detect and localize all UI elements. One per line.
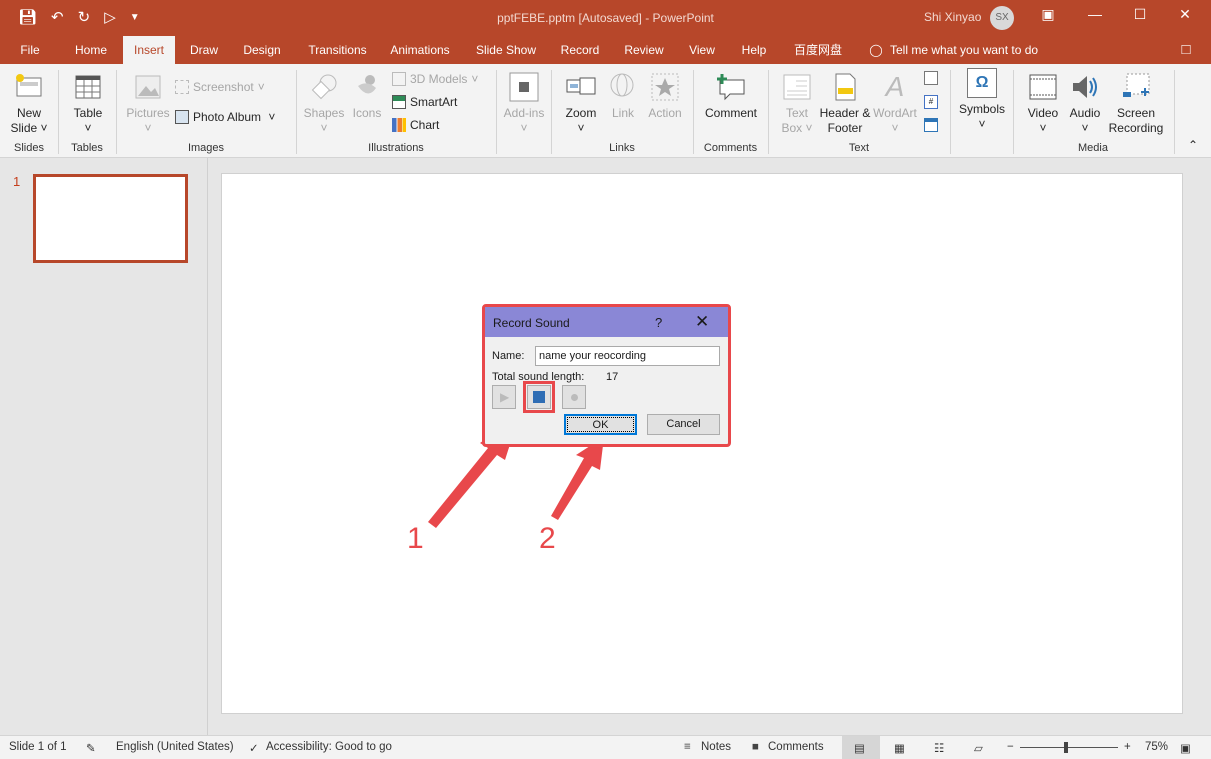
play-button[interactable]: ▶ — [492, 385, 516, 409]
cancel-button[interactable]: Cancel — [647, 414, 720, 435]
notes-button[interactable]: Notes — [701, 741, 731, 753]
arrow-2 — [551, 437, 604, 520]
zoom-slider-thumb[interactable] — [1064, 742, 1069, 753]
slide-sorter-icon[interactable]: ▦ — [894, 741, 905, 755]
sound-length-label: Total sound length: — [492, 371, 585, 383]
fit-slide-icon[interactable]: ▣ — [1180, 741, 1191, 755]
record-sound-dialog: Record Sound ? ✕ Name: Total sound lengt… — [482, 304, 731, 447]
play-icon: ▶ — [500, 390, 510, 404]
notes-icon: ≡ — [684, 741, 691, 753]
dialog-title: Record Sound — [493, 316, 570, 330]
help-button[interactable]: ? — [655, 315, 662, 330]
name-label: Name: — [492, 350, 525, 362]
status-bar: Slide 1 of 1 ✎ English (United States) ✓… — [0, 735, 1211, 759]
ok-button[interactable]: OK — [564, 414, 637, 435]
dialog-close-icon[interactable]: ✕ — [695, 312, 709, 332]
accessibility-icon: ✓ — [249, 743, 259, 755]
record-dot-icon — [571, 394, 578, 401]
accessibility-status[interactable]: Accessibility: Good to go — [266, 741, 392, 753]
zoom-slider[interactable] — [1020, 747, 1118, 748]
zoom-in-button[interactable]: + — [1124, 741, 1131, 753]
sound-length-value: 17 — [606, 371, 619, 383]
reading-view-icon[interactable]: ☷ — [934, 741, 944, 755]
slideshow-icon[interactable]: ▱ — [974, 741, 983, 755]
comments-icon: ■ — [752, 741, 759, 753]
slide-indicator: Slide 1 of 1 — [9, 741, 67, 753]
zoom-level[interactable]: 75% — [1145, 741, 1168, 753]
annotation-1: 1 — [407, 522, 424, 555]
annotation-2: 2 — [539, 522, 556, 555]
record-button[interactable] — [562, 385, 586, 409]
stop-button[interactable] — [523, 381, 555, 413]
stop-icon — [533, 391, 545, 403]
spell-check-icon[interactable]: ✎ — [86, 741, 96, 755]
normal-view-icon: ▤ — [854, 743, 865, 755]
comments-button[interactable]: Comments — [768, 741, 824, 753]
recording-name-input[interactable] — [535, 346, 720, 366]
zoom-out-button[interactable]: − — [1007, 741, 1014, 753]
dialog-title-bar: Record Sound ? ✕ — [485, 307, 728, 337]
language-indicator[interactable]: English (United States) — [116, 741, 234, 753]
